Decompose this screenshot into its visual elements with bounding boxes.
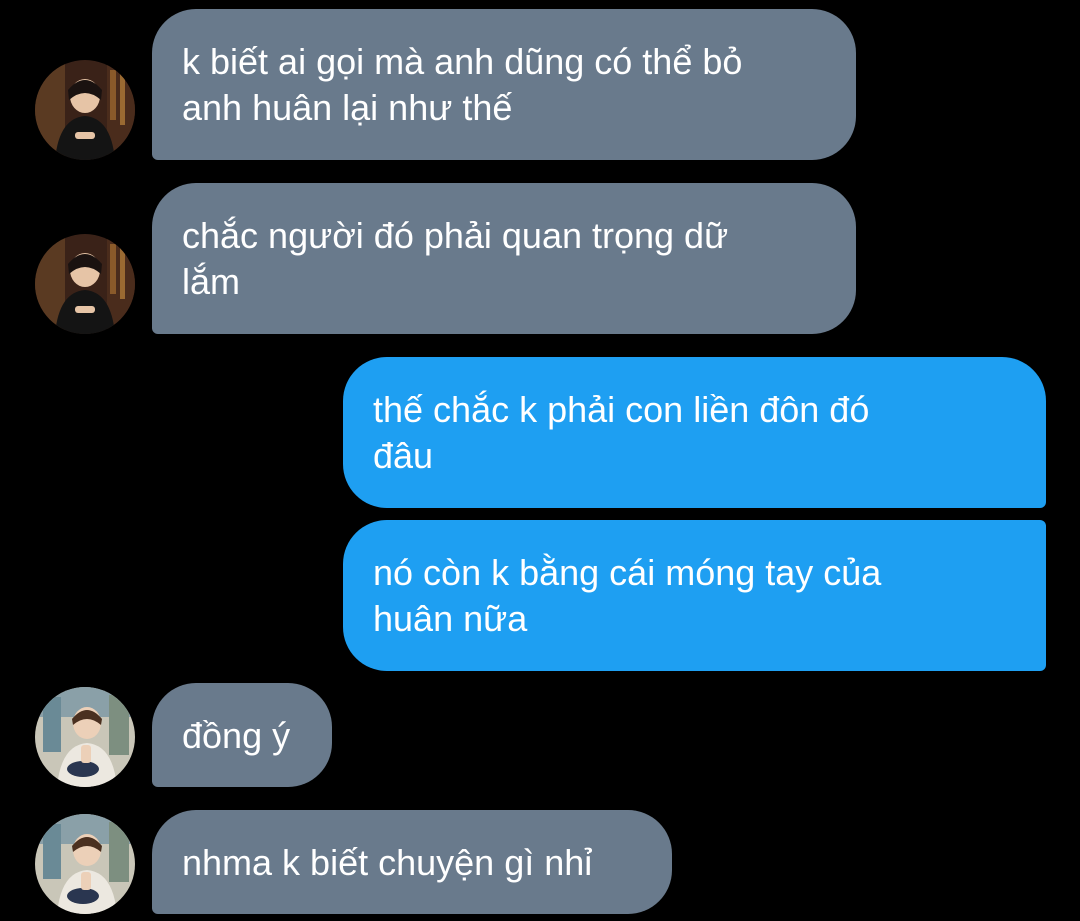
message-bubble-incoming[interactable]: k biết ai gọi mà anh dũng có thể bỏ anh … xyxy=(152,9,856,160)
avatar-1[interactable] xyxy=(35,60,135,160)
message-text: đồng ý xyxy=(182,715,291,756)
user-avatar-icon xyxy=(35,60,135,160)
avatar-3[interactable] xyxy=(35,687,135,787)
message-bubble-incoming[interactable]: chắc người đó phải quan trọng dữ lắm xyxy=(152,183,856,334)
user-avatar-icon xyxy=(35,687,135,787)
user-avatar-icon xyxy=(35,234,135,334)
message-text-content: k biết ai gọi mà anh dũng có thể bỏ anh … xyxy=(182,41,743,128)
message-text: nhma k biết chuyện gì nhỉ xyxy=(182,842,593,883)
message-bubble-outgoing[interactable]: thế chắc k phải con liền đôn đó đâu xyxy=(343,357,1046,508)
message-text: nó còn k bằng cái móng tay của huân nữa xyxy=(373,552,882,639)
message-bubble-outgoing[interactable]: nó còn k bằng cái móng tay của huân nữa xyxy=(343,520,1046,671)
avatar-4[interactable] xyxy=(35,814,135,914)
message-text: chắc người đó phải quan trọng dữ lắm xyxy=(182,215,729,302)
message-text: k biết ai gọi mà anh dũng có thể bỏ anh … xyxy=(182,41,742,128)
message-text: thế chắc k phải con liền đôn đó đâu xyxy=(373,389,870,476)
message-bubble-incoming[interactable]: đồng ý xyxy=(152,683,332,787)
user-avatar-icon xyxy=(35,814,135,914)
avatar-2[interactable] xyxy=(35,234,135,334)
message-bubble-incoming[interactable]: nhma k biết chuyện gì nhỉ xyxy=(152,810,672,914)
